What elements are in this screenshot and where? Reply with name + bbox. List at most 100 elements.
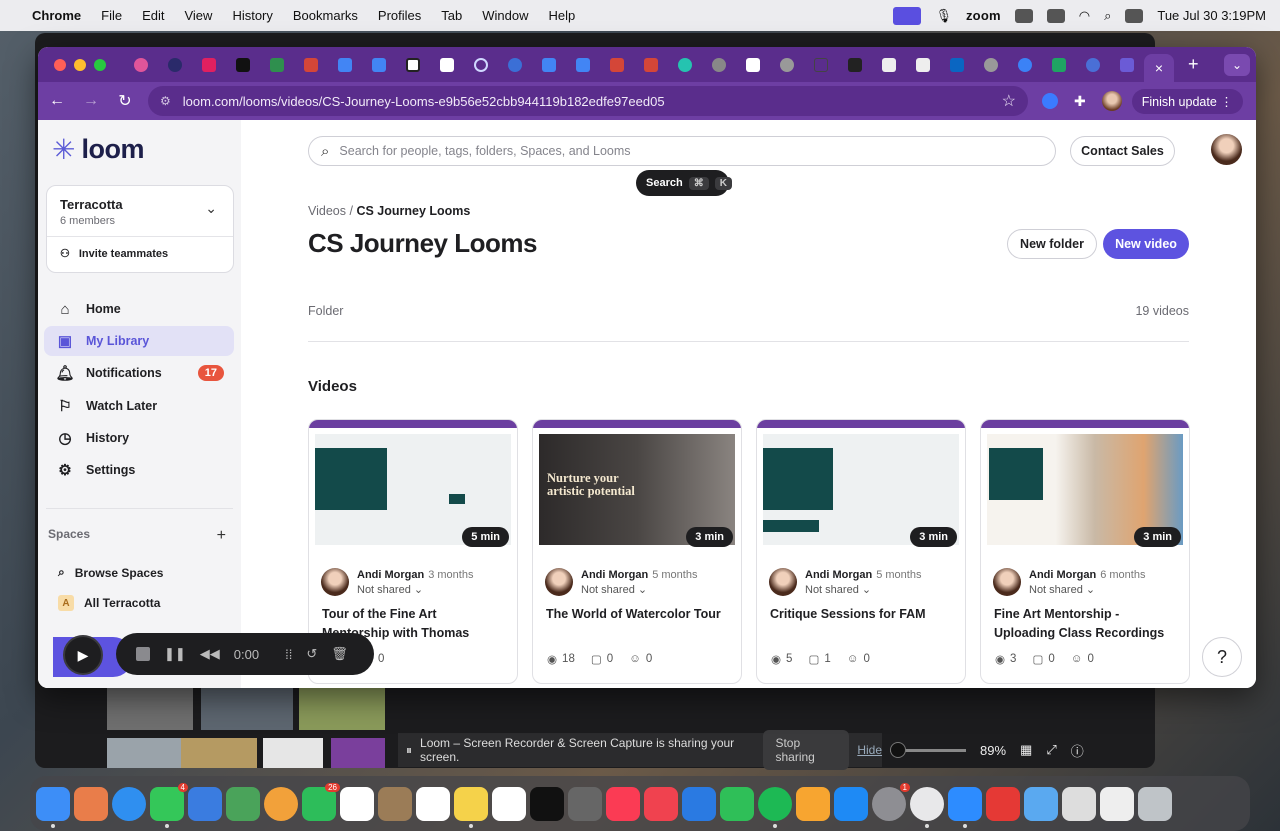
pause-recording-icon[interactable]: ❚❚	[164, 646, 186, 662]
acrobat-icon[interactable]	[986, 786, 1020, 821]
system-settings-icon[interactable]: 1	[872, 782, 910, 821]
fullscreen-icon[interactable]: ⤢	[1046, 742, 1056, 758]
menu-history[interactable]: History	[232, 8, 272, 23]
invite-teammates-button[interactable]: ⚇ Invite teammates	[60, 247, 168, 261]
tab-favicon[interactable]	[872, 47, 906, 82]
menu-file[interactable]: File	[101, 8, 122, 23]
tab-favicon[interactable]	[124, 47, 158, 82]
microphone-icon[interactable]: 🎙	[935, 8, 952, 24]
launchpad-icon[interactable]	[74, 786, 108, 821]
video-card[interactable]: 3 min Andi Morgan 6 months Not shared ⌄ F…	[980, 419, 1190, 684]
tab-search-icon[interactable]: ⌄	[1224, 53, 1250, 76]
tab-favicon[interactable]	[940, 47, 974, 82]
tab-favicon[interactable]	[192, 47, 226, 82]
loom-extension-icon[interactable]	[1042, 93, 1058, 109]
video-title[interactable]: Critique Sessions for FAM	[770, 605, 953, 624]
active-tab-close-icon[interactable]: ×	[1144, 54, 1174, 82]
tab-favicon[interactable]	[600, 47, 634, 82]
sidebar-item-my-library[interactable]: ▣ My Library	[44, 326, 234, 357]
new-tab-icon[interactable]: +	[1188, 54, 1199, 75]
new-folder-button[interactable]: New folder	[1007, 229, 1097, 259]
finder-icon[interactable]	[36, 786, 70, 828]
search-input[interactable]: ⌕ Search for people, tags, folders, Spac…	[308, 136, 1056, 166]
mail-icon[interactable]	[188, 786, 222, 821]
tab-favicon[interactable]	[362, 47, 396, 82]
reminders-icon[interactable]	[416, 786, 450, 821]
help-circle-icon[interactable]: ⓘ	[1071, 741, 1084, 760]
video-card[interactable]: Nurture your artistic potential 3 min An…	[532, 419, 742, 684]
freeform-icon[interactable]	[492, 786, 526, 821]
tab-favicon[interactable]	[226, 47, 260, 82]
numbers-icon[interactable]	[720, 786, 754, 821]
sharing-status-dropdown[interactable]: Not shared ⌄	[805, 583, 921, 596]
help-button[interactable]: ?	[1202, 637, 1242, 677]
video-card[interactable]: 3 min Andi Morgan 5 months Not shared ⌄ C…	[756, 419, 966, 684]
address-bar[interactable]: ⚙ loom.com/looms/videos/CS-Journey-Looms…	[148, 86, 1028, 116]
sharing-status-dropdown[interactable]: Not shared ⌄	[357, 583, 473, 596]
stack-icon[interactable]	[1100, 786, 1134, 821]
video-thumbnail[interactable]: Nurture your artistic potential 3 min	[533, 420, 741, 555]
apple-tv-icon[interactable]	[530, 786, 564, 821]
tab-favicon[interactable]	[974, 47, 1008, 82]
sharing-status-dropdown[interactable]: Not shared ⌄	[1029, 583, 1145, 596]
tab-favicon[interactable]	[804, 47, 838, 82]
menu-edit[interactable]: Edit	[142, 8, 164, 23]
hide-banner-link[interactable]: Hide	[857, 743, 882, 757]
delete-recording-icon[interactable]: 🗑︎	[331, 646, 348, 662]
bookmark-star-icon[interactable]: ☆	[1002, 91, 1016, 111]
messages-icon[interactable]: 4	[150, 782, 188, 828]
battery-icon[interactable]	[1046, 8, 1065, 23]
trash-icon[interactable]	[1138, 786, 1172, 821]
pause-share-icon[interactable]: ⏸	[406, 743, 412, 758]
new-video-button[interactable]: New video	[1103, 229, 1189, 259]
music-icon[interactable]	[606, 786, 640, 821]
video-thumbnail[interactable]: 5 min	[309, 420, 517, 555]
user-avatar[interactable]	[1211, 134, 1242, 165]
sidebar-item-home[interactable]: ⌂ Home	[44, 294, 234, 324]
menu-bookmarks[interactable]: Bookmarks	[293, 8, 358, 23]
chrome-icon[interactable]	[910, 786, 944, 828]
contacts-icon[interactable]	[378, 786, 412, 821]
calendar-icon[interactable]	[340, 786, 374, 821]
tab-favicon[interactable]	[532, 47, 566, 82]
minimize-window-icon[interactable]	[74, 58, 86, 71]
tab-favicon[interactable]	[328, 47, 362, 82]
tab-favicon[interactable]	[294, 47, 328, 82]
maximize-window-icon[interactable]	[94, 58, 106, 71]
breadcrumb-videos[interactable]: Videos	[308, 204, 346, 218]
screen-share-status-icon[interactable]	[893, 6, 922, 25]
control-center-icon[interactable]	[1125, 8, 1144, 23]
menubar-clock[interactable]: Tue Jul 30 3:19PM	[1157, 8, 1266, 23]
stop-sharing-button[interactable]: Stop sharing	[763, 730, 850, 770]
camera-icon[interactable]: ▶	[63, 635, 103, 675]
menu-help[interactable]: Help	[549, 8, 576, 23]
video-thumbnail[interactable]: 3 min	[981, 420, 1189, 555]
menu-window[interactable]: Window	[482, 8, 528, 23]
tips-icon[interactable]	[568, 786, 602, 821]
video-title[interactable]: Fine Art Mentorship - Uploading Class Re…	[994, 605, 1177, 643]
stop-recording-icon[interactable]	[136, 647, 150, 661]
back-icon[interactable]: ←	[42, 92, 72, 110]
zoom-app-icon[interactable]	[948, 786, 982, 828]
tab-favicon[interactable]	[260, 47, 294, 82]
spotify-icon[interactable]	[758, 786, 792, 828]
tab-favicon[interactable]	[668, 47, 702, 82]
profile-avatar-icon[interactable]	[1101, 91, 1122, 111]
sidebar-item-watch-later[interactable]: ⚐ Watch Later	[44, 391, 234, 421]
close-window-icon[interactable]	[54, 58, 66, 71]
menu-app-name[interactable]: Chrome	[32, 8, 81, 23]
tab-favicon[interactable]	[634, 47, 668, 82]
news-icon[interactable]	[644, 786, 678, 821]
tab-favicon[interactable]	[1042, 47, 1076, 82]
tab-favicon[interactable]	[736, 47, 770, 82]
downloads-folder-icon[interactable]	[1024, 786, 1058, 821]
site-info-icon[interactable]: ⚙	[160, 94, 171, 108]
extensions-puzzle-icon[interactable]: ✚	[1074, 93, 1086, 110]
add-space-icon[interactable]: +	[217, 527, 226, 545]
tab-favicon[interactable]	[770, 47, 804, 82]
tab-favicon[interactable]	[838, 47, 872, 82]
browse-spaces-item[interactable]: ⌕ Browse Spaces	[58, 565, 163, 580]
tab-favicon[interactable]	[1076, 47, 1110, 82]
tab-favicon[interactable]	[1110, 47, 1144, 82]
tab-favicon[interactable]	[906, 47, 940, 82]
